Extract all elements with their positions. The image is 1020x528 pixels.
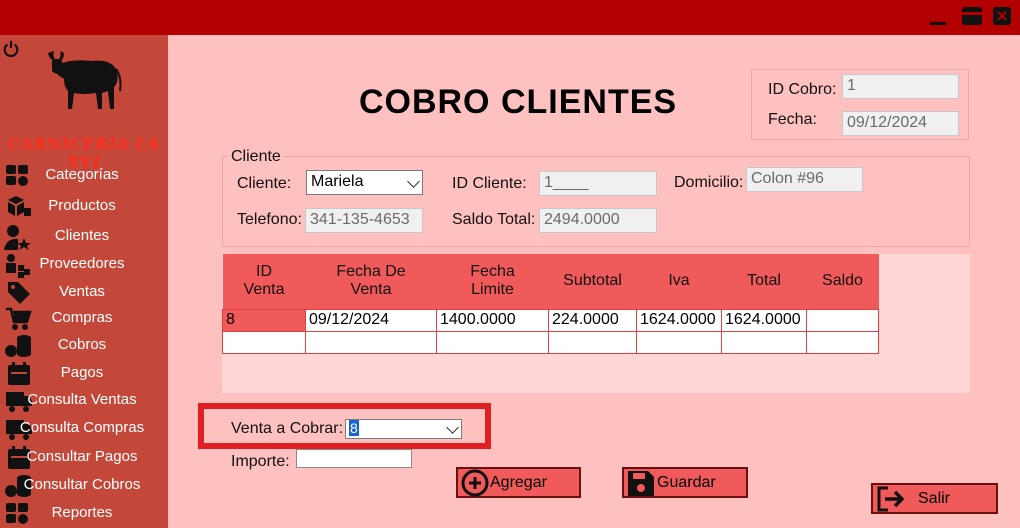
table-cell[interactable] (222, 330, 306, 354)
id-cobro-label: ID Cobro: (768, 81, 837, 98)
table-cell[interactable]: 1624.0000 (636, 308, 722, 332)
sidebar-item-label: Clientes (54, 227, 110, 244)
cliente-group-legend: Cliente (229, 148, 283, 166)
importe-input[interactable] (296, 449, 412, 468)
fecha-label: Fecha: (768, 111, 817, 128)
sidebar-item-label: Consultar Cobros (23, 476, 141, 493)
sidebar-item-proveedores[interactable]: Proveedores (0, 252, 168, 278)
id-cobro-field[interactable]: 1 (842, 74, 959, 99)
cliente-select[interactable]: Mariela (306, 170, 423, 195)
sidebar-item-label: Cobros (57, 336, 107, 353)
salir-button[interactable]: Salir (871, 483, 998, 514)
sidebar-item-label: Compras (51, 309, 113, 326)
guardar-button[interactable]: Guardar (622, 467, 748, 498)
table-row[interactable] (222, 330, 879, 354)
page-title: COBRO CLIENTES (358, 83, 678, 121)
sidebar-item-label: Consulta Ventas (27, 391, 137, 408)
table-cell[interactable]: 09/12/2024 (305, 308, 437, 332)
sidebar-item-consultar-pagos[interactable]: Consultar Pagos (0, 445, 168, 471)
sidebar-item-consultar-cobros[interactable]: Consultar Cobros (0, 473, 168, 499)
table-cell[interactable] (548, 330, 637, 354)
sidebar-item-label: Consultar Pagos (26, 448, 138, 465)
add-circle-icon (461, 469, 489, 497)
ventas-table: ID Venta Fecha De Venta Fecha Limite Subtot… (222, 254, 879, 354)
domicilio-field[interactable]: Colon #96 (746, 167, 863, 192)
sidebar-item-compras[interactable]: Compras (0, 306, 168, 332)
agregar-button[interactable]: Agregar (456, 467, 581, 498)
sidebar-item-label: Categorías (45, 166, 119, 183)
ventas-grid[interactable]: ID Venta Fecha De Venta Fecha Limite Subtot… (222, 254, 970, 393)
venta-cobrar-label: Venta a Cobrar: (231, 420, 344, 437)
sidebar: CARNICERÍA LA XVI Categorías Productos C… (0, 35, 168, 528)
saldo-total-field[interactable]: 2494.0000 (539, 208, 657, 233)
sidebar-item-consulta-compras[interactable]: Consulta Compras (0, 416, 168, 442)
venta-cobrar-select[interactable]: 8 (345, 419, 462, 439)
table-cell[interactable]: 1624.0000 (721, 308, 807, 332)
sidebar-item-label: Ventas (59, 283, 105, 300)
column-header[interactable]: Fecha Limite (436, 254, 549, 309)
table-header-row: ID Venta Fecha De Venta Fecha Limite Subtot… (222, 254, 879, 309)
chevron-down-icon (407, 175, 420, 188)
table-cell[interactable]: 224.0000 (548, 308, 637, 332)
table-cell[interactable] (806, 330, 879, 354)
save-icon (628, 471, 654, 496)
table-cell[interactable]: 8 (222, 308, 306, 332)
column-header[interactable]: Saldo (806, 254, 879, 309)
importe-label: Importe: (231, 453, 290, 470)
saldo-total-label: Saldo Total: (452, 211, 536, 228)
column-header[interactable]: ID Venta (222, 254, 306, 309)
table-cell[interactable] (806, 308, 879, 332)
sidebar-item-categorias[interactable]: Categorías (0, 163, 168, 189)
sidebar-item-productos[interactable]: Productos (0, 194, 168, 220)
sidebar-item-label: Productos (48, 197, 116, 214)
domicilio-label: Domicilio: (674, 174, 744, 191)
table-cell[interactable] (436, 330, 549, 354)
bull-logo-icon (48, 51, 122, 109)
column-header[interactable]: Total (721, 254, 807, 309)
cliente-label: Cliente: (237, 175, 292, 192)
venta-cobrar-value: 8 (349, 420, 359, 436)
guardar-label: Guardar (657, 474, 716, 491)
table-cell[interactable]: 1400.0000 (436, 308, 549, 332)
sidebar-item-label: Pagos (60, 364, 104, 381)
table-cell[interactable] (721, 330, 807, 354)
sidebar-item-clientes[interactable]: Clientes (0, 224, 168, 250)
maximize-icon[interactable] (962, 6, 982, 26)
exit-icon (877, 486, 904, 512)
id-cliente-field[interactable]: 1____ (539, 171, 657, 196)
telefono-label: Telefono: (237, 211, 302, 228)
sidebar-item-label: Consulta Compras (19, 419, 145, 436)
sidebar-item-cobros[interactable]: Cobros (0, 333, 168, 359)
title-bar: ✕ (0, 0, 1020, 35)
fecha-field[interactable]: 09/12/2024 (842, 111, 959, 136)
table-row[interactable]: 8 09/12/2024 1400.0000 224.0000 1624.000… (222, 308, 879, 332)
id-cliente-label: ID Cliente: (452, 175, 527, 192)
column-header[interactable]: Fecha De Venta (305, 254, 437, 309)
sidebar-item-label: Proveedores (39, 255, 125, 272)
sidebar-item-reportes[interactable]: Reportes (0, 501, 168, 527)
sidebar-item-ventas[interactable]: Ventas (0, 280, 168, 306)
minimize-icon[interactable] (928, 6, 948, 26)
column-header[interactable]: Subtotal (548, 254, 637, 309)
power-icon[interactable] (2, 40, 20, 58)
telefono-field[interactable]: 341-135-4653 (305, 208, 423, 233)
column-header[interactable]: Iva (636, 254, 722, 309)
table-cell[interactable] (305, 330, 437, 354)
salir-label: Salir (918, 490, 951, 507)
table-cell[interactable] (636, 330, 722, 354)
sidebar-item-label: Reportes (51, 504, 113, 521)
agregar-label: Agregar (490, 474, 547, 491)
sidebar-item-pagos[interactable]: Pagos (0, 361, 168, 387)
chevron-down-icon (446, 421, 459, 434)
close-icon[interactable]: ✕ (992, 6, 1012, 26)
sidebar-item-consulta-ventas[interactable]: Consulta Ventas (0, 388, 168, 414)
cliente-select-value: Mariela (311, 173, 364, 190)
